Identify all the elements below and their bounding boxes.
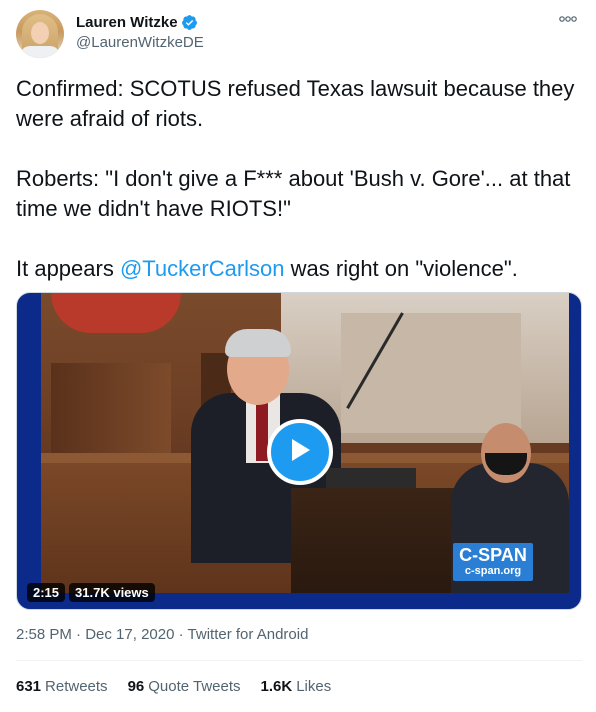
play-button[interactable]: [267, 419, 333, 485]
cspan-url: c-span.org: [464, 565, 522, 577]
meta-separator: ·: [76, 626, 82, 643]
likes-stat[interactable]: 1.6K Likes: [261, 678, 332, 695]
likes-count: 1.6K: [260, 678, 293, 695]
mention-link[interactable]: @TuckerCarlson: [120, 256, 285, 281]
tweet-text: Confirmed: SCOTUS refused Texas lawsuit …: [16, 74, 582, 284]
quote-tweets-count: 96: [127, 678, 145, 695]
likes-label: Likes: [296, 678, 332, 695]
play-icon: [288, 437, 312, 468]
tweet-meta: 2:58 PM · Dec 17, 2020 · Twitter for And…: [16, 626, 308, 643]
tweet-paragraph-1: Confirmed: SCOTUS refused Texas lawsuit …: [16, 76, 575, 131]
divider: [16, 660, 582, 661]
video-stats: 2:15 31.7K views: [27, 583, 155, 602]
tweet-time[interactable]: 2:58 PM: [16, 626, 72, 643]
author-names: Lauren Witzke @LaurenWitzkeDE: [76, 12, 204, 52]
video-duration: 2:15: [27, 583, 66, 602]
display-name-row: Lauren Witzke: [76, 12, 204, 32]
more-options-icon[interactable]: [556, 10, 580, 30]
retweets-count: 631: [16, 678, 42, 695]
user-handle[interactable]: @LaurenWitzkeDE: [76, 34, 204, 51]
retweets-label: Retweets: [45, 678, 108, 695]
quote-tweets-label: Quote Tweets: [148, 678, 241, 695]
tweet-text-prefix: It appears: [16, 256, 120, 281]
tweet-paragraph-2: Roberts: "I don't give a F*** about 'Bus…: [16, 166, 571, 221]
quote-tweets-stat[interactable]: 96 Quote Tweets: [128, 678, 241, 695]
cspan-logo: C-SPAN: [459, 545, 527, 565]
video-player[interactable]: C-SPAN c-span.org 2:15 31.7K views: [16, 292, 582, 610]
video-views: 31.7K views: [69, 583, 155, 602]
tweet-source[interactable]: Twitter for Android: [188, 626, 309, 643]
avatar-shirt: [20, 46, 60, 58]
tweet-date[interactable]: Dec 17, 2020: [85, 626, 174, 643]
tweet-card: Lauren Witzke @LaurenWitzkeDE Confirmed:…: [0, 0, 596, 712]
avatar[interactable]: [16, 10, 64, 58]
avatar-face: [31, 22, 49, 44]
cspan-watermark: C-SPAN c-span.org: [453, 543, 533, 581]
tweet-header: Lauren Witzke @LaurenWitzkeDE: [16, 10, 582, 58]
display-name[interactable]: Lauren Witzke: [76, 14, 178, 31]
tweet-paragraph-3: It appears @TuckerCarlson was right on "…: [16, 254, 582, 284]
retweets-stat[interactable]: 631 Retweets: [16, 678, 108, 695]
tweet-text-suffix: was right on "violence".: [284, 256, 518, 281]
engagement-stats: 631 Retweets 96 Quote Tweets 1.6K Likes: [16, 678, 331, 695]
verified-badge-icon: [181, 14, 198, 31]
meta-separator-2: ·: [178, 626, 184, 643]
